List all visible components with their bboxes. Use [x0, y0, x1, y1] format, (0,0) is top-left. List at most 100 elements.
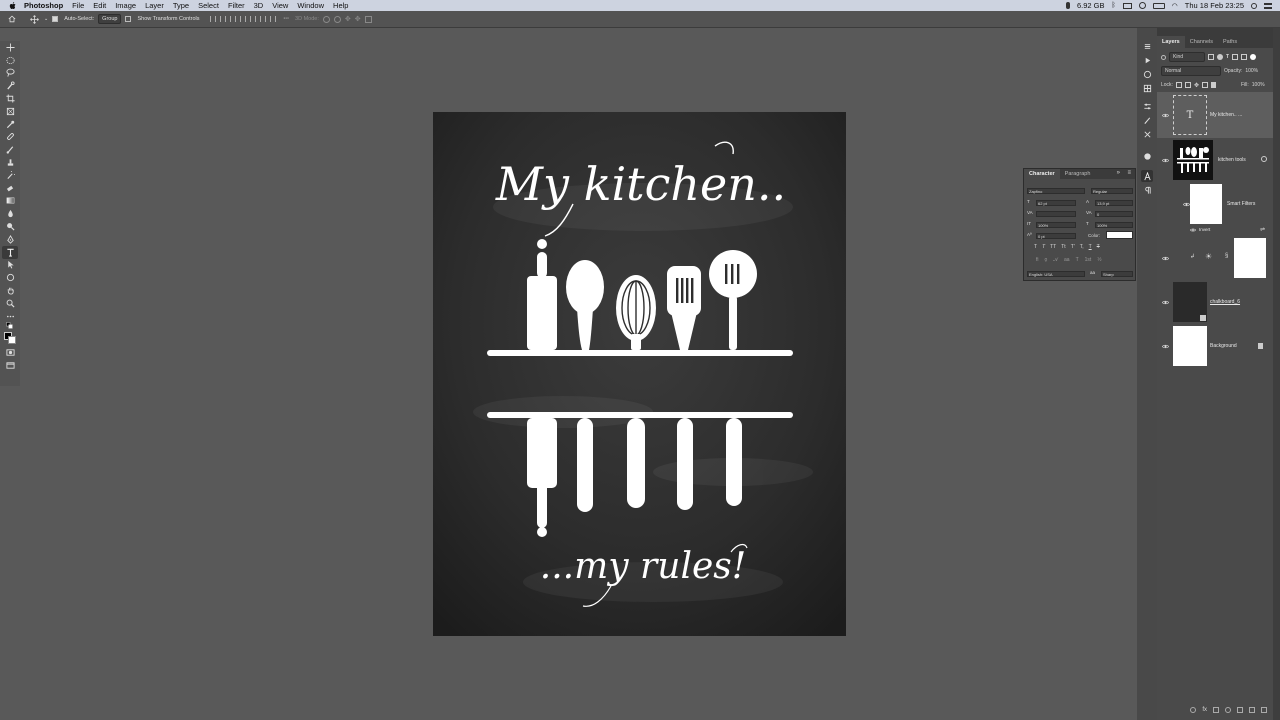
- apple-icon[interactable]: [9, 1, 19, 10]
- text-color-swatch[interactable]: [1106, 231, 1133, 239]
- layer-row-kitchen-tools[interactable]: kitchen tools: [1157, 138, 1273, 182]
- edit-toolbar-icon[interactable]: [2, 310, 18, 323]
- menu-window[interactable]: Window: [297, 1, 324, 10]
- display-icon[interactable]: [1122, 2, 1132, 9]
- blur-tool-icon[interactable]: [2, 207, 18, 220]
- tab-layers[interactable]: Layers: [1157, 36, 1185, 48]
- opacity-field[interactable]: 100%: [1245, 68, 1258, 74]
- baseline-shift-field[interactable]: 0 pt: [1036, 233, 1076, 239]
- move-tool-icon[interactable]: [28, 13, 40, 25]
- clone-source-panel-icon[interactable]: [1141, 128, 1153, 140]
- language-select[interactable]: English: USA: [1027, 271, 1085, 277]
- visibility-eye-icon[interactable]: [1161, 157, 1170, 164]
- 3d-scale-icon[interactable]: [364, 15, 372, 23]
- font-size-field[interactable]: 62 pt: [1036, 200, 1076, 206]
- quick-mask-icon[interactable]: [2, 347, 18, 360]
- lasso-tool-icon[interactable]: [2, 67, 18, 80]
- alternates-icon[interactable]: aa: [1064, 257, 1070, 263]
- layer-row-chalkboard[interactable]: chalkboard_6: [1157, 280, 1273, 324]
- filter-type-icon[interactable]: T: [1226, 54, 1229, 60]
- history-panel-icon[interactable]: [1141, 40, 1153, 52]
- transform-controls-checkbox[interactable]: [125, 15, 133, 22]
- lock-position-icon[interactable]: ✥: [1194, 82, 1199, 89]
- marquee-tool-icon[interactable]: [2, 54, 18, 67]
- smart-filters-row[interactable]: Smart Filters: [1157, 182, 1273, 226]
- filter-options-icon[interactable]: ⇌: [1260, 226, 1265, 233]
- strikethrough-button[interactable]: T: [1097, 244, 1100, 250]
- visibility-eye-icon[interactable]: [1189, 227, 1197, 234]
- character-panel-icon[interactable]: [1141, 170, 1153, 182]
- faux-italic-button[interactable]: T: [1042, 244, 1045, 250]
- blend-mode-select[interactable]: Normal: [1161, 66, 1221, 76]
- adjustments-panel-icon[interactable]: [1141, 100, 1153, 112]
- brushes-panel-icon[interactable]: [1141, 114, 1153, 126]
- screen-mode-icon[interactable]: [2, 359, 18, 372]
- hand-tool-icon[interactable]: [2, 284, 18, 297]
- home-icon[interactable]: [6, 13, 18, 25]
- filter-smart-icon[interactable]: [1241, 54, 1248, 60]
- pen-tool-icon[interactable]: [2, 233, 18, 246]
- new-adjustment-icon[interactable]: [1225, 707, 1231, 713]
- font-style-select[interactable]: Regular: [1091, 188, 1133, 194]
- lock-transparent-icon[interactable]: [1175, 82, 1182, 88]
- brush-tool-icon[interactable]: [2, 143, 18, 156]
- dodge-tool-icon[interactable]: [2, 220, 18, 233]
- kerning-field[interactable]: [1036, 211, 1076, 217]
- add-mask-icon[interactable]: [1213, 707, 1219, 713]
- lock-all-icon[interactable]: [1210, 82, 1216, 88]
- link-layers-icon[interactable]: [1190, 707, 1197, 713]
- menu-select[interactable]: Select: [198, 1, 219, 10]
- ligatures-icon[interactable]: fi: [1036, 257, 1039, 263]
- menu-3d[interactable]: 3D: [254, 1, 264, 10]
- small-caps-button[interactable]: Tt: [1061, 244, 1065, 250]
- layer-name[interactable]: chalkboard_6: [1210, 299, 1240, 305]
- layer-name[interactable]: My kitchen.. ...: [1210, 112, 1242, 118]
- default-colors-icon[interactable]: [2, 322, 18, 331]
- align-right-icon[interactable]: [229, 16, 236, 22]
- path-selection-tool-icon[interactable]: [2, 259, 18, 272]
- filter-shape-icon[interactable]: [1232, 54, 1239, 60]
- fill-field[interactable]: 100%: [1252, 82, 1265, 88]
- tab-character[interactable]: Character: [1024, 169, 1060, 179]
- chevron-down-icon[interactable]: ⌄: [44, 16, 48, 22]
- document-canvas[interactable]: My kitchen.. ...my rules!: [433, 112, 846, 636]
- frame-tool-icon[interactable]: [2, 105, 18, 118]
- titling-icon[interactable]: T: [1076, 257, 1079, 263]
- visibility-eye-icon[interactable]: [1161, 255, 1170, 262]
- quick-selection-tool-icon[interactable]: [2, 79, 18, 92]
- visibility-eye-icon[interactable]: [1161, 343, 1170, 350]
- eyedropper-tool-icon[interactable]: [2, 118, 18, 131]
- layer-row-adjustment[interactable]: ↲ ☀ §: [1157, 236, 1273, 280]
- color-swatches[interactable]: [2, 331, 18, 347]
- new-group-icon[interactable]: [1237, 707, 1243, 713]
- zoom-tool-icon[interactable]: [2, 297, 18, 310]
- swash-icon[interactable]: 𝒜: [1053, 257, 1058, 263]
- distribute-icon[interactable]: [269, 16, 276, 22]
- right-panel-scrollbar[interactable]: [1273, 28, 1280, 720]
- 3d-roll-icon[interactable]: [333, 15, 341, 23]
- menu-layer[interactable]: Layer: [145, 1, 164, 10]
- styles-panel-icon[interactable]: [1141, 150, 1153, 162]
- search-icon[interactable]: [1251, 2, 1257, 9]
- visibility-eye-icon[interactable]: [1161, 299, 1170, 306]
- horizontal-scale-field[interactable]: 100%: [1095, 222, 1133, 228]
- all-caps-button[interactable]: TT: [1050, 244, 1056, 250]
- align-center-icon[interactable]: [219, 16, 226, 22]
- more-options-icon[interactable]: ···: [284, 16, 290, 22]
- background-color-swatch[interactable]: [8, 335, 16, 344]
- tab-channels[interactable]: Channels: [1185, 36, 1218, 48]
- filter-pixel-icon[interactable]: [1208, 54, 1214, 60]
- layer-row-text[interactable]: T My kitchen.. ...: [1157, 92, 1273, 138]
- underline-button[interactable]: T: [1089, 244, 1092, 250]
- align-middle-icon[interactable]: [249, 16, 256, 22]
- healing-brush-tool-icon[interactable]: [2, 131, 18, 144]
- superscript-button[interactable]: T': [1071, 244, 1075, 250]
- layer-name[interactable]: Smart Filters: [1227, 201, 1255, 207]
- ordinals-icon[interactable]: 1st: [1085, 257, 1092, 263]
- tracking-field[interactable]: 0: [1095, 211, 1133, 217]
- memory-indicator[interactable]: 6.92 GB: [1077, 1, 1105, 10]
- vertical-scale-field[interactable]: 100%: [1036, 222, 1076, 228]
- filter-row-invert[interactable]: Invert ⇌: [1157, 226, 1273, 236]
- time-machine-icon[interactable]: [1138, 2, 1146, 9]
- auto-select-dropdown[interactable]: Group: [98, 14, 122, 24]
